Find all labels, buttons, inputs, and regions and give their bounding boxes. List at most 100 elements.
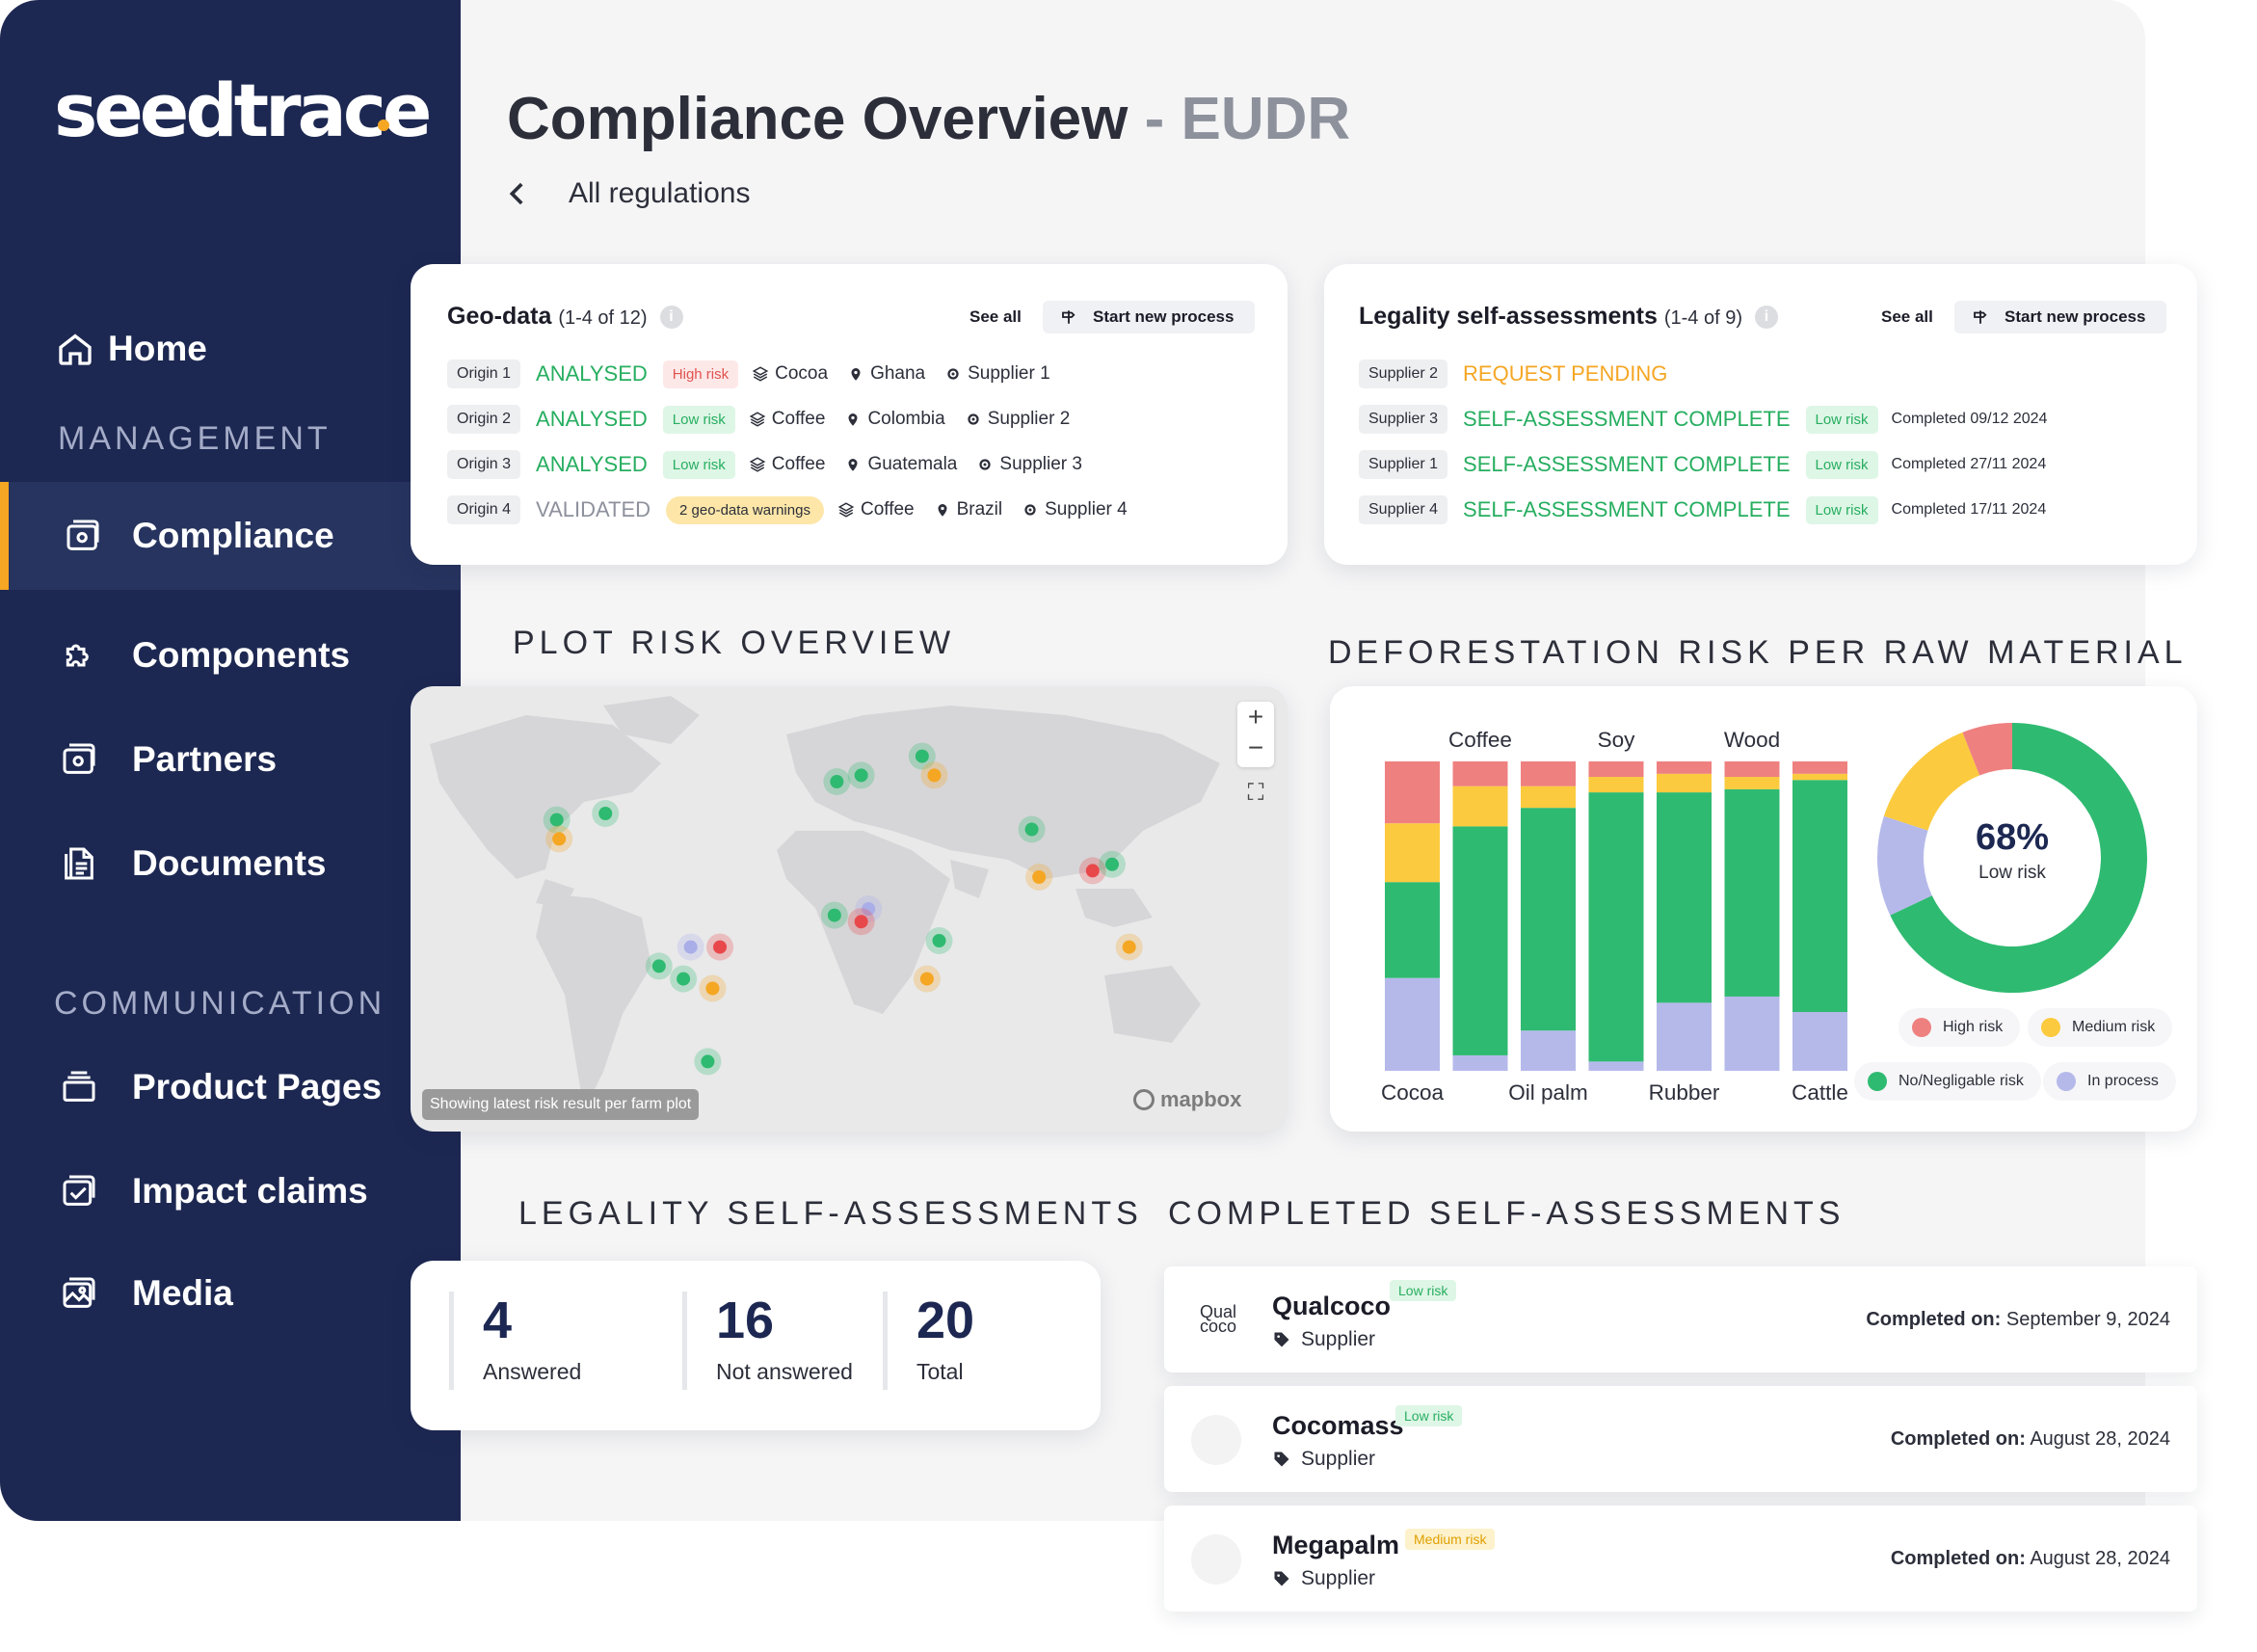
bar-segment[interactable] xyxy=(1724,788,1780,997)
info-icon[interactable]: i xyxy=(1754,306,1778,330)
bar-segment[interactable] xyxy=(1792,773,1847,781)
plot-marker[interactable] xyxy=(713,940,728,954)
bar-segment[interactable] xyxy=(1792,780,1847,1013)
legend-label: Medium risk xyxy=(2072,1019,2156,1035)
geo-data-start-process-button[interactable]: Start new process xyxy=(1043,301,1256,333)
plot-risk-label: PLOT RISK OVERVIEW xyxy=(513,625,956,661)
legality-row[interactable]: Supplier 1 SELF-ASSESSMENT COMPLETE Low ri… xyxy=(1359,447,2046,482)
plot-marker[interactable] xyxy=(830,775,844,788)
zoom-out-button[interactable]: − xyxy=(1237,733,1274,763)
plot-marker[interactable] xyxy=(1032,870,1047,884)
info-icon[interactable]: i xyxy=(659,306,683,330)
bar-segment[interactable] xyxy=(1724,777,1780,789)
bar-segment[interactable] xyxy=(1724,761,1780,778)
legend-medium-risk[interactable]: Medium risk xyxy=(2028,1008,2173,1047)
legality-row[interactable]: Supplier 3 SELF-ASSESSMENT COMPLETE Low ri… xyxy=(1359,402,2047,437)
breadcrumb[interactable]: All regulations xyxy=(501,177,750,210)
sidebar-item-product-pages[interactable]: Product Pages xyxy=(0,1049,461,1126)
bar-segment[interactable] xyxy=(1521,1030,1576,1071)
bar-segment[interactable] xyxy=(1385,761,1440,824)
sidebar-item-home[interactable]: Home xyxy=(0,310,461,387)
media-icon xyxy=(63,1277,95,1308)
plot-marker[interactable] xyxy=(1085,864,1100,878)
plot-marker[interactable] xyxy=(932,934,946,947)
sidebar-item-media[interactable]: Media xyxy=(0,1255,461,1332)
geo-status: ANALYSED xyxy=(536,361,648,386)
plot-marker[interactable] xyxy=(701,1054,715,1069)
bar-segment[interactable] xyxy=(1521,808,1576,1031)
bar-segment[interactable] xyxy=(1657,773,1712,793)
completed-item-megapalm[interactable]: Megapalm Medium risk Supplier Completed … xyxy=(1164,1505,2197,1612)
legality-row[interactable]: Supplier 2 REQUEST PENDING xyxy=(1359,357,1683,391)
bar-segment[interactable] xyxy=(1452,761,1508,786)
risk-badge: Low risk xyxy=(1805,495,1878,524)
plot-marker[interactable] xyxy=(1122,940,1136,954)
bar-segment[interactable] xyxy=(1385,823,1440,883)
bar-segment[interactable] xyxy=(1792,1012,1847,1071)
geo-data-row[interactable]: Origin 3 ANALYSED Low risk Coffee Guatemala S… xyxy=(447,447,1102,482)
legality-start-process-button[interactable]: Start new process xyxy=(1954,301,2167,333)
completed-item-cocomass[interactable]: Cocomass Low risk Supplier Completed on:… xyxy=(1164,1386,2197,1492)
plot-marker[interactable] xyxy=(915,749,929,763)
bar-segment[interactable] xyxy=(1588,761,1644,778)
sidebar-item-partners[interactable]: Partners xyxy=(0,721,461,798)
donut-slice[interactable] xyxy=(1883,732,1980,831)
plot-risk-map[interactable]: + − ⛶ Showing latest risk result per far… xyxy=(411,686,1288,1132)
logo-accent-dot xyxy=(378,120,389,131)
fullscreen-button[interactable]: ⛶ xyxy=(1237,775,1274,812)
chevron-left-icon[interactable] xyxy=(501,177,534,210)
geo-data-row[interactable]: Origin 4 VALIDATED 2 geo-data warnings Coff… xyxy=(447,493,1147,527)
world-map[interactable] xyxy=(411,686,1288,1132)
geo-data-row[interactable]: Origin 1 ANALYSED High risk Cocoa Ghana Suppl… xyxy=(447,357,1070,391)
risk-badge: Medium risk xyxy=(1405,1529,1496,1550)
plot-marker[interactable] xyxy=(549,813,564,827)
bar-segment[interactable] xyxy=(1452,826,1508,1055)
geo-data-see-all-link[interactable]: See all xyxy=(969,307,1022,327)
bar-segment[interactable] xyxy=(1452,1054,1508,1071)
plot-marker[interactable] xyxy=(927,768,942,783)
bar-segment[interactable] xyxy=(1588,777,1644,793)
sidebar-item-documents[interactable]: Documents xyxy=(0,825,461,902)
plot-marker[interactable] xyxy=(854,768,868,783)
sidebar-item-impact-claims[interactable]: Impact claims xyxy=(0,1153,461,1230)
legend-in-process[interactable]: In process xyxy=(2043,1062,2176,1101)
plot-marker[interactable] xyxy=(1024,822,1039,837)
bar-segment[interactable] xyxy=(1385,977,1440,1071)
sidebar-item-compliance[interactable]: Compliance xyxy=(0,482,461,590)
legality-see-all-link[interactable]: See all xyxy=(1881,307,1933,327)
stat-answered-label: Answered xyxy=(483,1359,582,1384)
plot-marker[interactable] xyxy=(919,972,934,986)
bar-segment[interactable] xyxy=(1521,761,1576,786)
legality-row[interactable]: Supplier 4 SELF-ASSESSMENT COMPLETE Low ri… xyxy=(1359,493,2046,527)
plot-marker[interactable] xyxy=(552,832,567,846)
bar-segment[interactable] xyxy=(1724,996,1780,1071)
plot-marker[interactable] xyxy=(705,981,720,996)
logo[interactable]: seedtrace xyxy=(54,67,432,153)
bar-segment[interactable] xyxy=(1521,786,1576,809)
plot-marker[interactable] xyxy=(683,940,698,954)
bar-segment[interactable] xyxy=(1792,761,1847,774)
bar-segment[interactable] xyxy=(1452,786,1508,827)
geo-data-row[interactable]: Origin 2 ANALYSED Low risk Coffee Colombia Su… xyxy=(447,402,1089,437)
zoom-in-button[interactable]: + xyxy=(1237,702,1274,733)
bar-segment[interactable] xyxy=(1657,792,1712,1003)
bar-segment[interactable] xyxy=(1588,792,1644,1062)
bar-segment[interactable] xyxy=(1385,882,1440,978)
completed-item-qualcoco[interactable]: Qual coco Qualcoco Low risk Supplier Com… xyxy=(1164,1266,2197,1372)
mapbox-attribution[interactable]: mapbox xyxy=(1133,1087,1241,1112)
tag-icon xyxy=(1274,1332,1289,1347)
bar-segment[interactable] xyxy=(1657,761,1712,774)
plot-marker[interactable] xyxy=(677,972,691,986)
bar-segment[interactable] xyxy=(1657,1002,1712,1071)
legend-negligible-risk[interactable]: No/Negligable risk xyxy=(1854,1062,2041,1101)
breadcrumb-label[interactable]: All regulations xyxy=(569,177,750,210)
bar-segment[interactable] xyxy=(1588,1061,1644,1071)
plot-marker[interactable] xyxy=(651,959,666,973)
sidebar-item-components[interactable]: Components xyxy=(0,617,461,694)
plot-marker[interactable] xyxy=(827,908,841,922)
commodity: Coffee xyxy=(749,409,825,430)
plot-marker[interactable] xyxy=(598,807,613,820)
legend-high-risk[interactable]: High risk xyxy=(1899,1008,2021,1047)
plot-marker[interactable] xyxy=(854,915,868,929)
plot-marker[interactable] xyxy=(1105,857,1119,871)
